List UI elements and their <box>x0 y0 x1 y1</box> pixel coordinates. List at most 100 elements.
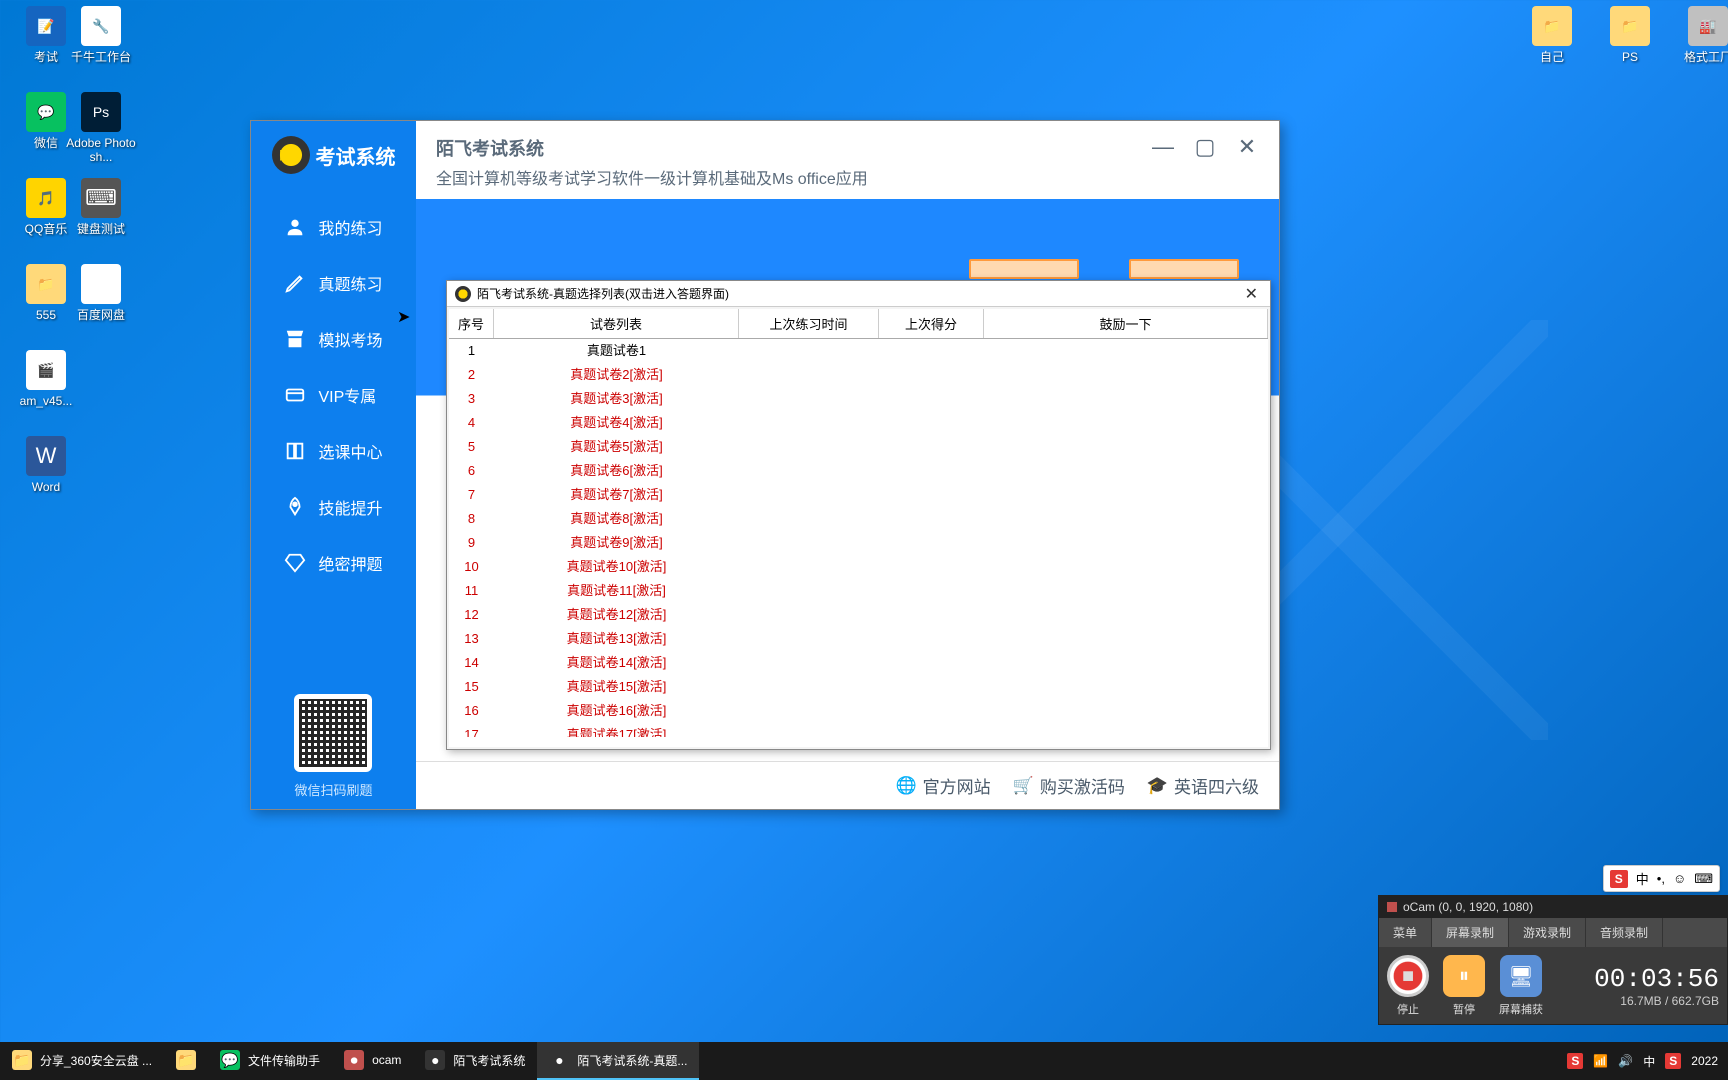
taskbar-item-3[interactable]: ⏺ocam <box>332 1042 413 1080</box>
qr-code-icon[interactable] <box>294 694 372 772</box>
rocket-icon <box>284 496 306 518</box>
table-row[interactable]: 17真题试卷17[激活] <box>449 723 1268 737</box>
desktop-icon-8[interactable]: 🎬am_v45... <box>10 350 82 408</box>
col-encourage[interactable]: 鼓励一下 <box>984 309 1268 338</box>
taskbar-item-1[interactable]: 📁 <box>164 1042 208 1080</box>
nav-label: 真题练习 <box>318 271 382 295</box>
table-row[interactable]: 11真题试卷11[激活] <box>449 579 1268 603</box>
sidebar: 陌飞 考试系统 我的练习真题练习模拟考场VIP专属选课中心技能提升绝密押题 微信… <box>251 121 416 809</box>
nav-card[interactable]: VIP专属 <box>264 367 402 423</box>
dialog-close-button[interactable]: ✕ <box>1241 284 1262 304</box>
maximize-button[interactable]: ▢ <box>1193 135 1217 159</box>
user-icon <box>284 216 306 238</box>
sogou-icon[interactable]: S <box>1610 870 1628 888</box>
taskbar-app-icon: 📁 <box>176 1050 196 1070</box>
tray-icon-4[interactable]: S <box>1665 1054 1681 1068</box>
nav-label: 技能提升 <box>318 495 382 519</box>
minimize-button[interactable]: — <box>1151 135 1175 159</box>
table-row[interactable]: 4真题试卷4[激活] <box>449 411 1268 435</box>
ime-emoji-icon[interactable]: ☺ <box>1673 871 1686 886</box>
table-row[interactable]: 9真题试卷9[激活] <box>449 531 1268 555</box>
table-row[interactable]: 13真题试卷13[激活] <box>449 627 1268 651</box>
qr-caption: 微信扫码刷题 <box>294 780 372 799</box>
book-icon <box>284 440 306 462</box>
dialog-title-bar[interactable]: 陌飞考试系统-真题选择列表(双击进入答题界面) ✕ <box>447 281 1270 307</box>
ocam-tab-3[interactable]: 音频录制 <box>1586 918 1663 947</box>
nav-diamond[interactable]: 绝密押题 <box>264 535 402 591</box>
table-row[interactable]: 2真题试卷2[激活] <box>449 363 1268 387</box>
nav-label: 选课中心 <box>318 439 382 463</box>
close-button[interactable]: ✕ <box>1235 135 1259 159</box>
desktop-icon-11[interactable]: 📁PS <box>1594 6 1666 64</box>
app-title: 陌飞考试系统 <box>436 135 1151 161</box>
desktop-icon-5[interactable]: ⌨键盘测试 <box>65 178 137 236</box>
ocam-tab-2[interactable]: 游戏录制 <box>1509 918 1586 947</box>
desktop-icon-1[interactable]: 🔧千牛工作台 <box>65 6 137 64</box>
desktop-icon-3[interactable]: PsAdobe Photosh... <box>65 92 137 164</box>
tray-icon-2[interactable]: 🔊 <box>1618 1054 1633 1068</box>
ime-toolbar[interactable]: S 中 •, ☺ ⌨ <box>1603 865 1720 892</box>
desktop-icon-12[interactable]: 🏭格式工厂 <box>1672 6 1728 64</box>
taskbar-item-5[interactable]: ●陌飞考试系统-真题... <box>537 1042 699 1080</box>
table-row[interactable]: 12真题试卷12[激活] <box>449 603 1268 627</box>
table-row[interactable]: 5真题试卷5[激活] <box>449 435 1268 459</box>
taskbar-app-icon: ⏺ <box>344 1050 364 1070</box>
nav-shop[interactable]: 模拟考场 <box>264 311 402 367</box>
table-row[interactable]: 3真题试卷3[激活] <box>449 387 1268 411</box>
table-row[interactable]: 10真题试卷10[激活] <box>449 555 1268 579</box>
table-body[interactable]: 1真题试卷12真题试卷2[激活]3真题试卷3[激活]4真题试卷4[激活]5真题试… <box>449 339 1268 737</box>
table-row[interactable]: 8真题试卷8[激活] <box>449 507 1268 531</box>
footer-link-2[interactable]: 🎓英语四六级 <box>1147 773 1259 798</box>
ocam-tab-1[interactable]: 屏幕录制 <box>1432 918 1509 947</box>
ocam-stop-button[interactable]: ■停止 <box>1387 955 1429 1017</box>
ocam-tab-0[interactable]: 菜单 <box>1379 918 1432 947</box>
table-row[interactable]: 14真题试卷14[激活] <box>449 651 1268 675</box>
desktop-icon-7[interactable]: ☁百度网盘 <box>65 264 137 322</box>
taskbar-app-icon: 📁 <box>12 1050 32 1070</box>
tray-icon-3[interactable]: 中 <box>1643 1053 1655 1070</box>
nav-user[interactable]: 我的练习 <box>264 199 402 255</box>
paper-table: 序号 试卷列表 上次练习时间 上次得分 鼓励一下 1真题试卷12真题试卷2[激活… <box>449 309 1268 747</box>
col-score[interactable]: 上次得分 <box>879 309 984 338</box>
footer-link-0[interactable]: 🌐官方网站 <box>895 773 990 798</box>
nav-pencil[interactable]: 真题练习 <box>264 255 402 311</box>
col-paper[interactable]: 试卷列表 <box>494 309 739 338</box>
ime-keyboard-icon[interactable]: ⌨ <box>1694 871 1713 887</box>
ocam-pause-button[interactable]: ⏸暂停 <box>1443 955 1485 1017</box>
col-index[interactable]: 序号 <box>449 309 494 338</box>
taskbar-item-0[interactable]: 📁分享_360安全云盘 ... <box>0 1042 164 1080</box>
ime-punct[interactable]: •, <box>1657 871 1665 886</box>
nav-rocket[interactable]: 技能提升 <box>264 479 402 535</box>
desktop-icon-9[interactable]: WWord <box>10 436 82 494</box>
footer-link-1[interactable]: 🛒购买激活码 <box>1013 773 1125 798</box>
tray-icon-0[interactable]: S <box>1567 1054 1583 1068</box>
ocam-title-bar[interactable]: oCam (0, 0, 1920, 1080) <box>1379 896 1727 918</box>
ime-mode[interactable]: 中 <box>1636 869 1649 888</box>
ocam-body: ■停止 ⏸暂停 🖥屏幕捕获 00:03:56 16.7MB / 662.7GB <box>1379 947 1727 1025</box>
title-bar: 陌飞考试系统 全国计算机等级考试学习软件一级计算机基础及Ms office应用 … <box>416 121 1279 199</box>
globe-icon: 🌐 <box>895 776 916 796</box>
taskbar-item-4[interactable]: ●陌飞考试系统 <box>413 1042 537 1080</box>
desktop-icon-10[interactable]: 📁自己 <box>1516 6 1588 64</box>
nav-book[interactable]: 选课中心 <box>264 423 402 479</box>
tray-icon-1[interactable]: 📶 <box>1593 1054 1608 1068</box>
table-row[interactable]: 15真题试卷15[激活] <box>449 675 1268 699</box>
ocam-capture-button[interactable]: 🖥屏幕捕获 <box>1499 955 1543 1017</box>
cart-icon: 🛒 <box>1013 776 1034 796</box>
table-row[interactable]: 1真题试卷1 <box>449 339 1268 363</box>
table-row[interactable]: 16真题试卷16[激活] <box>449 699 1268 723</box>
table-row[interactable]: 6真题试卷6[激活] <box>449 459 1268 483</box>
taskbar: 📁分享_360安全云盘 ...📁💬文件传输助手⏺ocam●陌飞考试系统●陌飞考试… <box>0 1042 1728 1080</box>
col-time[interactable]: 上次练习时间 <box>739 309 879 338</box>
nav-label: 我的练习 <box>318 215 382 239</box>
taskbar-item-2[interactable]: 💬文件传输助手 <box>208 1042 332 1080</box>
dialog-title: 陌飞考试系统-真题选择列表(双击进入答题界面) <box>477 285 729 302</box>
taskbar-clock[interactable]: 2022 <box>1691 1054 1718 1068</box>
card-icon <box>284 384 306 406</box>
ocam-timer: 00:03:56 16.7MB / 662.7GB <box>1594 964 1719 1008</box>
table-row[interactable]: 7真题试卷7[激活] <box>449 483 1268 507</box>
taskbar-app-icon: ● <box>549 1050 569 1070</box>
nav-label: VIP专属 <box>318 383 376 407</box>
ocam-size: 16.7MB / 662.7GB <box>1594 994 1719 1008</box>
ocam-title: oCam (0, 0, 1920, 1080) <box>1403 900 1533 914</box>
